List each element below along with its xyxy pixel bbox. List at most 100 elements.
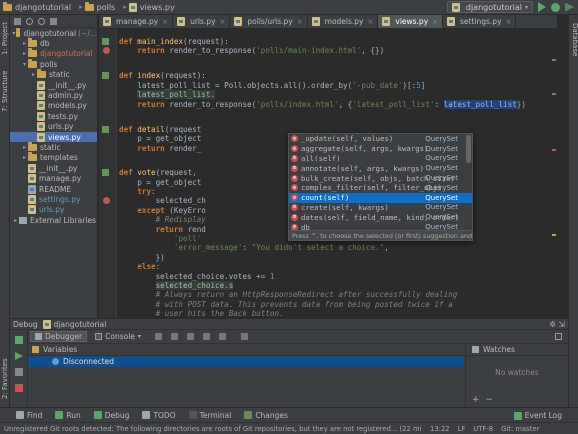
editor-scrollbar[interactable]: [551, 29, 557, 318]
close-icon[interactable]: ×: [432, 18, 438, 26]
vcs-branch[interactable]: Git: master: [501, 425, 539, 433]
breadcrumb-file[interactable]: views.py: [128, 2, 175, 12]
tool-button-find[interactable]: Find: [16, 411, 42, 420]
tool-button-todo[interactable]: TODO: [142, 411, 176, 420]
close-icon[interactable]: ×: [368, 18, 374, 26]
breadcrumb-project[interactable]: djangotutorial: [3, 1, 71, 12]
tree-item[interactable]: settings.py: [10, 194, 97, 204]
completion-item[interactable]: m complex_filter(self, filter_obj) QuerySe…: [289, 183, 472, 193]
close-icon[interactable]: ×: [220, 18, 226, 26]
completion-item[interactable]: m aggregate(self, args, kwargs) QuerySet: [289, 144, 472, 154]
step-out-icon[interactable]: [202, 333, 210, 340]
completion-item[interactable]: m all(self) QuerySet: [289, 154, 472, 164]
breadcrumb-polls[interactable]: polls: [84, 1, 115, 12]
run-to-cursor-icon[interactable]: [218, 333, 226, 340]
tool-button-terminal[interactable]: Terminal: [188, 411, 231, 420]
breakpoint-icon[interactable]: [103, 47, 110, 54]
tree-item[interactable]: ▸ External Libraries: [10, 215, 97, 225]
event-log-icon: [513, 411, 522, 420]
tree-item[interactable]: models.py: [10, 101, 97, 111]
completion-item[interactable]: m dates(self, field_name, kind, order) Que…: [289, 212, 472, 222]
completion-item[interactable]: m _update(self, values) QuerySet: [289, 134, 472, 144]
evaluate-icon[interactable]: [240, 333, 248, 340]
completion-item[interactable]: m bulk_create(self, objs, batch_size) Quer…: [289, 173, 472, 183]
project-tool-tab[interactable]: 1: Project: [0, 17, 10, 61]
gear-icon[interactable]: [38, 17, 45, 25]
tree-item-label: admin.py: [48, 91, 84, 101]
remove-watch-button[interactable]: −: [486, 395, 494, 405]
tool-button-changes[interactable]: Changes: [244, 411, 288, 420]
breakpoint-icon[interactable]: [103, 197, 110, 204]
step-over-icon[interactable]: [154, 333, 162, 340]
step-into-icon[interactable]: [170, 333, 178, 340]
run-icon[interactable]: [538, 2, 546, 12]
tree-item[interactable]: ▸ static: [10, 69, 97, 80]
tree-item[interactable]: urls.py: [10, 122, 97, 132]
run-configuration-select[interactable]: djangotutorial ▾: [446, 1, 533, 13]
tree-item[interactable]: ▸ db: [10, 38, 97, 48]
rerun-icon[interactable]: [15, 336, 23, 344]
tree-item[interactable]: README: [10, 184, 97, 194]
tool-button-debug[interactable]: Debug: [93, 411, 129, 420]
tab-console[interactable]: Console ▾: [90, 331, 146, 342]
collapse-icon[interactable]: [14, 17, 21, 25]
close-icon[interactable]: ×: [506, 18, 512, 26]
tree-item[interactable]: __init__.py: [10, 80, 97, 90]
scroll-from-source-icon[interactable]: [26, 17, 33, 25]
tree-item[interactable]: views.py: [10, 131, 97, 143]
tree-item[interactable]: urls.py: [10, 205, 97, 215]
file-encoding[interactable]: UTF-8: [473, 425, 493, 433]
tab-debugger[interactable]: Debugger: [30, 331, 88, 342]
tree-item[interactable]: ▸ djangotutorial: [10, 48, 97, 59]
tab-polls-urls-py[interactable]: polls/urls.py ×: [230, 15, 308, 28]
tree-toggle-icon[interactable]: ▾: [21, 61, 28, 68]
tree-toggle-icon[interactable]: ▸: [30, 71, 37, 78]
tool-button-run[interactable]: Run: [55, 411, 81, 420]
completion-item[interactable]: m create(self, kwargs) QuerySet: [289, 203, 472, 213]
completion-item[interactable]: m annotate(self, args, kwargs) QuerySet: [289, 163, 472, 173]
tree-item[interactable]: ▸ templates: [10, 152, 97, 163]
tab-views-py[interactable]: views.py ×: [378, 15, 444, 28]
tab-urls-py[interactable]: urls.py ×: [173, 15, 231, 28]
tree-item[interactable]: ▾ djangotutorial (~/...: [10, 27, 97, 38]
tree-item[interactable]: ▾ polls: [10, 58, 97, 69]
tree-toggle-icon[interactable]: ▸: [21, 40, 28, 47]
close-icon[interactable]: ×: [162, 18, 168, 26]
event-log-button[interactable]: Event Log: [513, 411, 562, 420]
variable-row[interactable]: Disconnected: [28, 356, 464, 367]
tab-models-py[interactable]: models.py ×: [308, 15, 379, 28]
hide-icon[interactable]: [50, 17, 57, 25]
hide-panel-icon[interactable]: ⇲: [558, 320, 565, 329]
completion-item[interactable]: m count(self) QuerySet: [289, 192, 472, 203]
stop-icon[interactable]: [15, 384, 23, 392]
structure-tool-tab[interactable]: 7: Structure: [0, 67, 10, 115]
tree-item[interactable]: tests.py: [10, 111, 97, 121]
tree-item[interactable]: manage.py: [10, 173, 97, 184]
tree-item[interactable]: ▸ static: [10, 141, 97, 152]
tree-toggle-icon[interactable]: ▸: [21, 50, 28, 57]
change-marker: [552, 93, 556, 95]
status-message[interactable]: Unregistered Git roots detected: The fol…: [4, 425, 422, 433]
restore-layout-icon[interactable]: [555, 333, 562, 340]
coverage-icon[interactable]: [565, 2, 574, 12]
gear-icon[interactable]: ✲: [549, 320, 556, 329]
pause-icon[interactable]: [15, 368, 23, 376]
completion-scrollbar[interactable]: [466, 135, 471, 163]
resume-icon[interactable]: [15, 352, 23, 360]
tree-toggle-icon[interactable]: ▸: [12, 217, 19, 224]
step-into-my-code-icon[interactable]: [186, 333, 194, 340]
tree-item[interactable]: __init__.py: [10, 163, 97, 173]
editor-gutter[interactable]: [99, 29, 117, 318]
close-icon[interactable]: ×: [297, 18, 303, 26]
line-separator[interactable]: LF: [458, 425, 466, 433]
tab-settings-py[interactable]: settings.py ×: [443, 15, 517, 28]
caret-position[interactable]: 13:22: [430, 425, 450, 433]
tree-item[interactable]: admin.py: [10, 90, 97, 101]
tab-manage-py[interactable]: manage.py ×: [99, 15, 174, 28]
add-watch-button[interactable]: +: [472, 395, 480, 405]
debug-icon[interactable]: [551, 2, 560, 12]
favorites-tool-tab[interactable]: 2: Favorites: [0, 355, 10, 403]
database-tool-tab[interactable]: Database: [569, 23, 578, 63]
tree-toggle-icon[interactable]: ▸: [21, 154, 28, 161]
tree-toggle-icon[interactable]: ▸: [21, 144, 28, 151]
